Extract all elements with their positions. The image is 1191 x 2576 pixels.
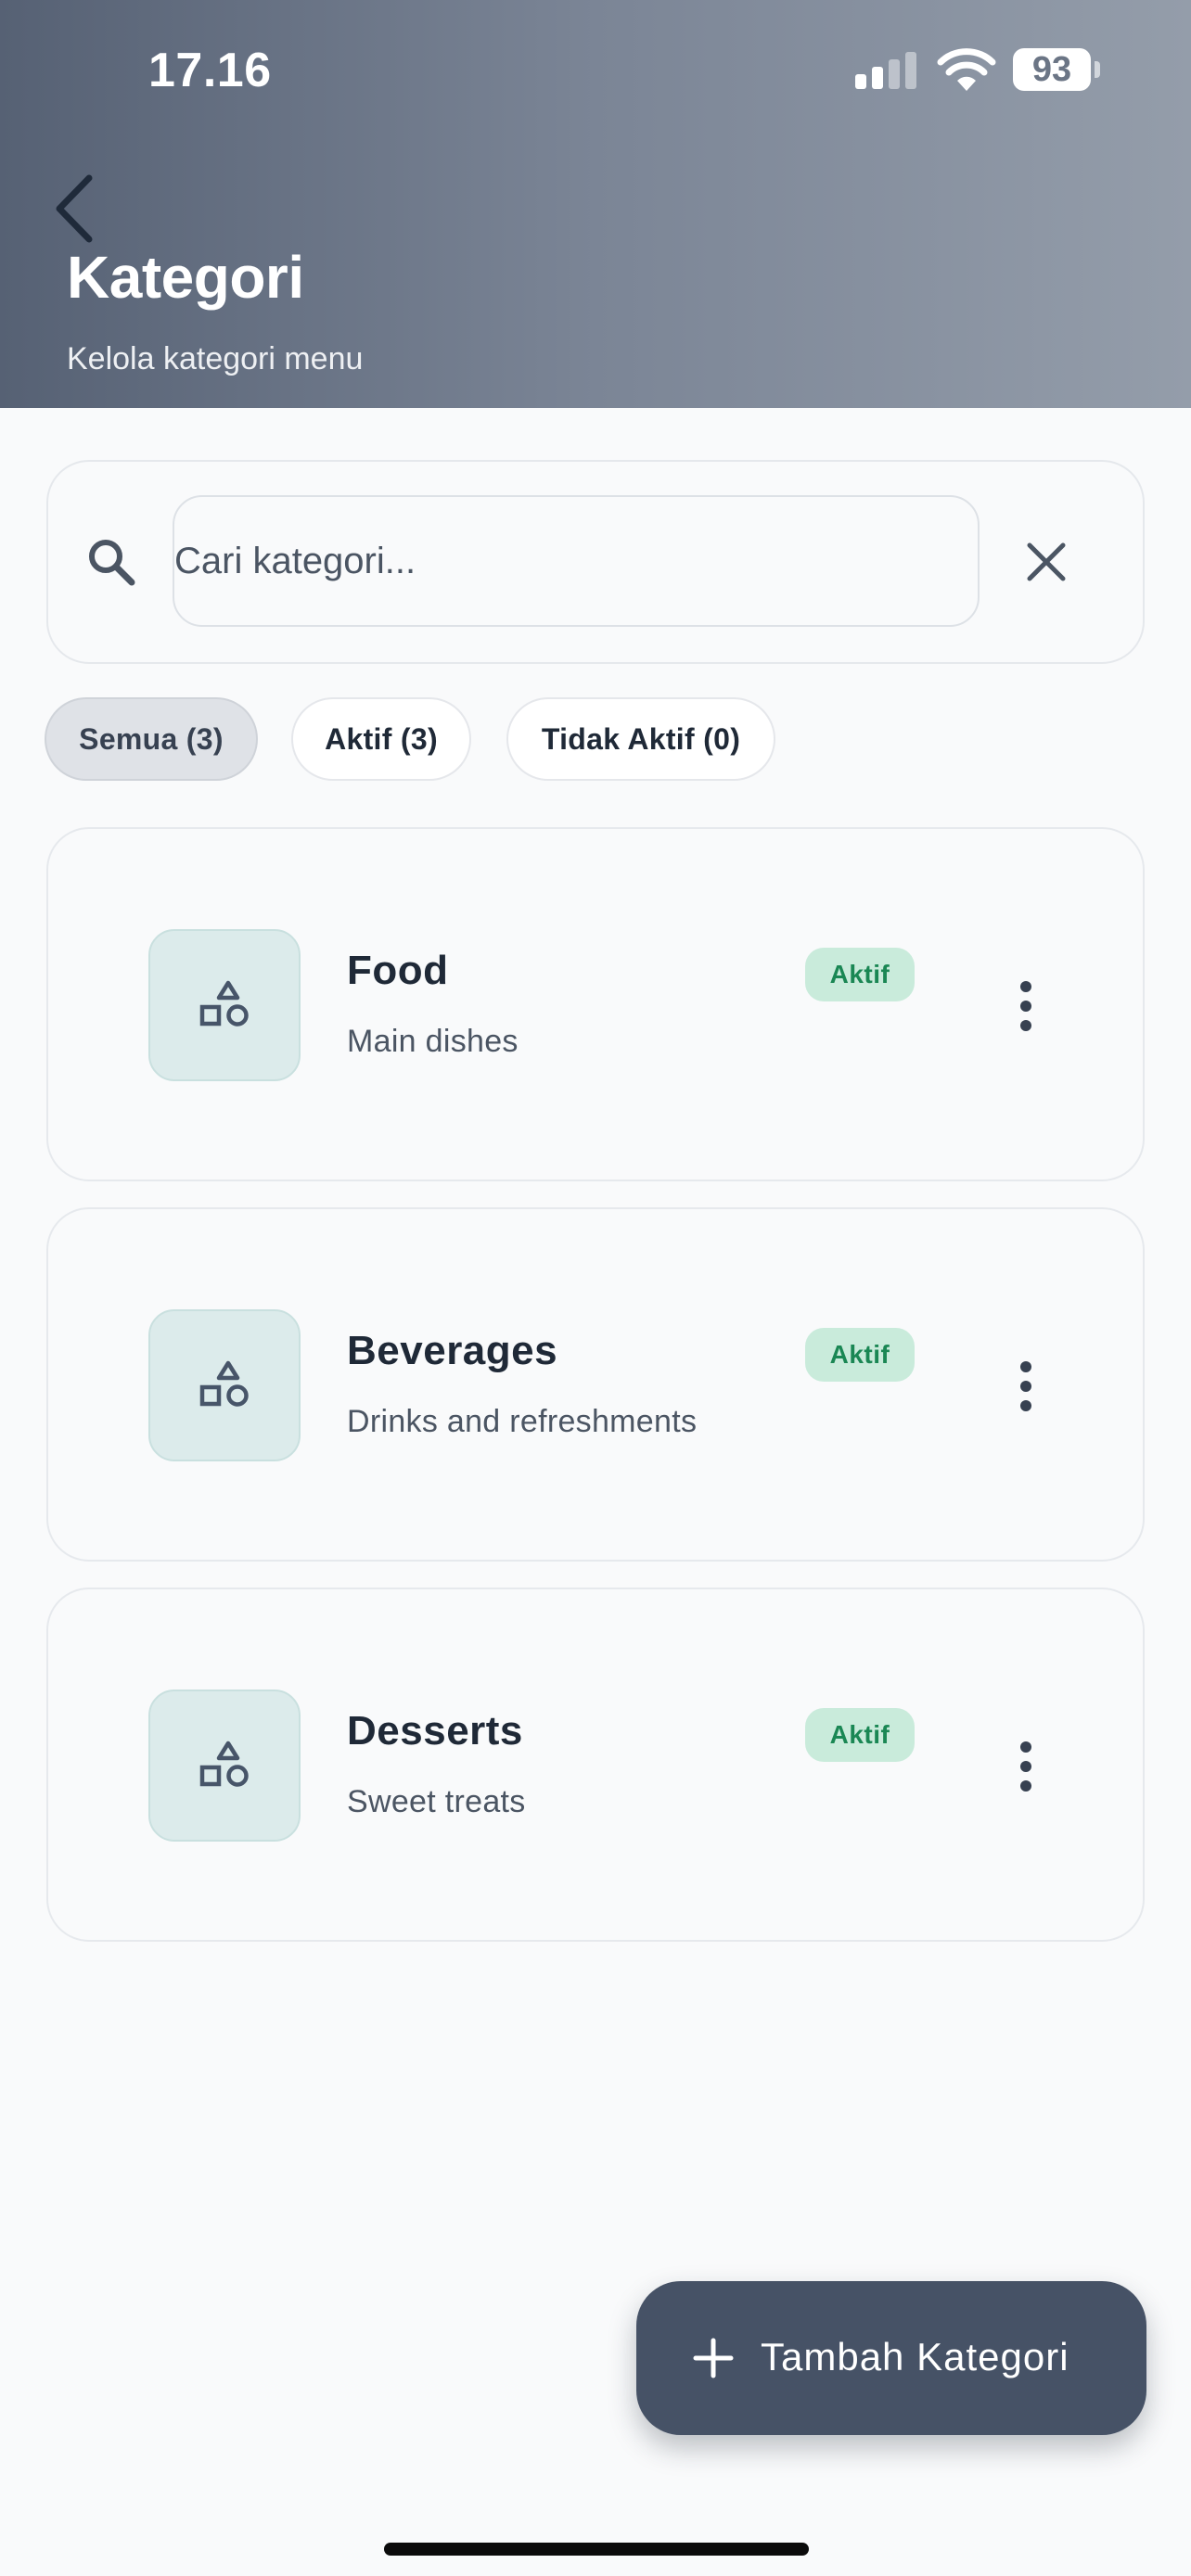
search-icon (89, 540, 135, 586)
page-subtitle: Kelola kategori menu (67, 341, 364, 376)
filter-chip-aktif[interactable]: Aktif (3) (291, 697, 471, 781)
category-card-food[interactable]: Food Main dishes Aktif (46, 827, 1145, 1181)
status-badge: Aktif (805, 1708, 915, 1762)
home-indicator[interactable] (384, 2543, 809, 2556)
category-description: Sweet treats (347, 1784, 526, 1819)
shapes-icon (199, 1360, 249, 1407)
category-description: Main dishes (347, 1024, 519, 1059)
shapes-icon (199, 980, 249, 1027)
more-options-icon[interactable] (998, 974, 1054, 1039)
add-category-button[interactable]: Tambah Kategori (636, 2281, 1146, 2435)
category-icon-tile (148, 1690, 301, 1842)
status-badge: Aktif (805, 1328, 915, 1382)
category-description: Drinks and refreshments (347, 1404, 698, 1439)
plus-icon (693, 2338, 734, 2378)
category-icon-tile (148, 1309, 301, 1461)
shapes-icon (199, 1741, 249, 1787)
more-options-icon[interactable] (998, 1354, 1054, 1419)
category-name: Beverages (347, 1328, 558, 1373)
category-name: Food (347, 948, 449, 993)
category-name: Desserts (347, 1708, 523, 1753)
status-time: 17.16 (148, 44, 272, 97)
search-input[interactable] (173, 495, 980, 627)
filter-chip-tidak-aktif[interactable]: Tidak Aktif (0) (506, 697, 775, 781)
status-icons: 93 (855, 46, 1106, 96)
category-card-desserts[interactable]: Desserts Sweet treats Aktif (46, 1588, 1145, 1942)
page-title: Kategori (67, 244, 304, 311)
cellular-signal-icon (855, 52, 918, 89)
status-badge: Aktif (805, 948, 915, 1001)
filter-chip-semua[interactable]: Semua (3) (45, 697, 258, 781)
battery-tip (1095, 61, 1100, 78)
wifi-icon (937, 48, 996, 91)
back-button[interactable] (46, 167, 102, 250)
category-icon-tile (148, 929, 301, 1081)
clear-search-button[interactable] (1020, 536, 1072, 588)
app-header: 17.16 93 Kategori Kelola kategori menu (0, 0, 1191, 408)
add-category-label: Tambah Kategori (761, 2335, 1069, 2378)
search-card (46, 460, 1145, 664)
battery-icon: 93 (1013, 48, 1091, 91)
category-card-beverages[interactable]: Beverages Drinks and refreshments Aktif (46, 1207, 1145, 1562)
more-options-icon[interactable] (998, 1734, 1054, 1799)
